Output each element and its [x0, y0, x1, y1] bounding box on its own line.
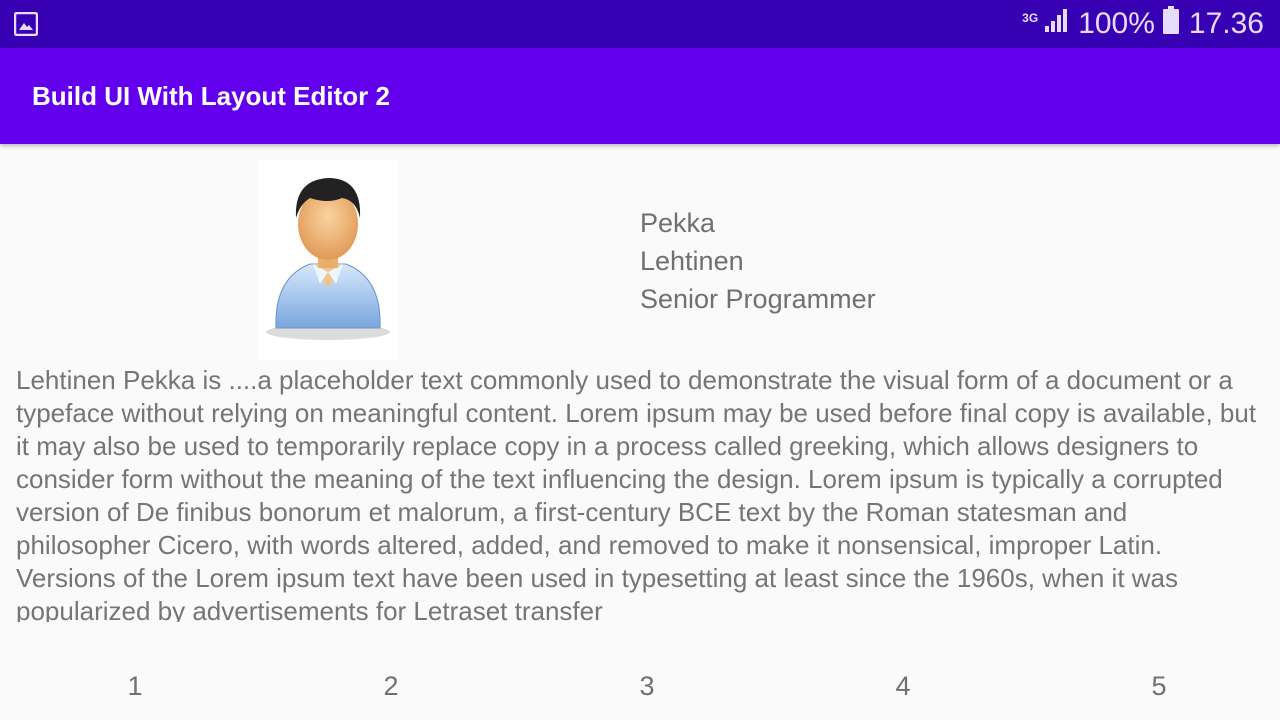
clock: 17.36 — [1188, 7, 1264, 40]
profile-info: Pekka Lehtinen Senior Programmer — [640, 204, 876, 318]
bio-text[interactable]: Lehtinen Pekka is ....a placeholder text… — [16, 364, 1268, 622]
person-avatar-icon — [258, 160, 398, 360]
bottom-number-row: 1 2 3 4 5 — [0, 664, 1280, 708]
battery-full-icon — [1162, 6, 1179, 42]
app-title: Build UI With Layout Editor 2 — [32, 81, 390, 111]
signal-bars-icon — [1044, 7, 1070, 41]
number-3: 3 — [639, 671, 655, 701]
number-4: 4 — [895, 671, 911, 701]
last-name: Lehtinen — [640, 246, 744, 276]
number-2: 2 — [383, 671, 399, 701]
job-title: Senior Programmer — [640, 284, 876, 314]
first-name: Pekka — [640, 208, 716, 238]
gallery-icon — [13, 11, 39, 37]
network-type: 3G — [1022, 11, 1039, 25]
status-indicators: 3G 100% 17.36 — [1022, 0, 1264, 48]
battery-percent: 100% — [1078, 7, 1155, 40]
number-1: 1 — [127, 671, 143, 701]
app-bar: Build UI With Layout Editor 2 — [0, 48, 1280, 144]
number-5: 5 — [1151, 671, 1167, 701]
status-bar: 3G 100% 17.36 — [0, 0, 1280, 48]
